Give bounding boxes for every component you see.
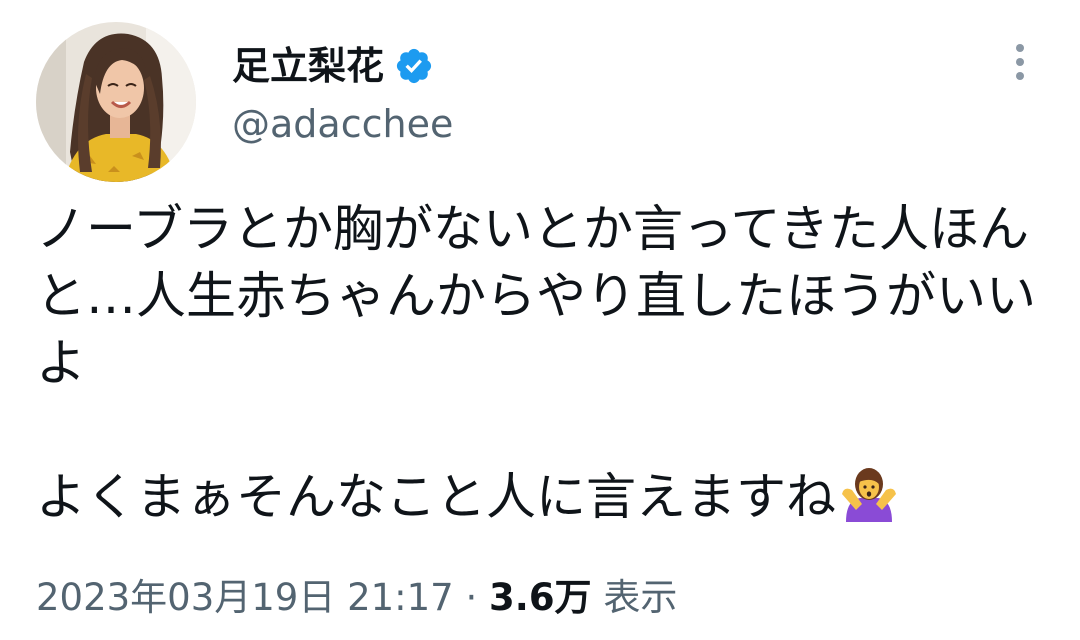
avatar[interactable]: [36, 22, 196, 182]
meta-separator: ·: [453, 576, 490, 619]
tweet-timestamp[interactable]: 2023年03月19日 21:17: [36, 576, 454, 619]
author-name-row: 足立梨花: [232, 40, 434, 92]
view-count: 3.6万: [489, 576, 592, 619]
tweet-card: 足立梨花 @adacchee ノーブラとか胸がないとか言ってきた人ほんと…人生赤…: [0, 0, 1080, 640]
tweet-text-paragraph-2: よくまぁそんなこと人に言えますね: [36, 468, 836, 526]
author-handle[interactable]: @adacchee: [232, 98, 453, 150]
tweet-text: ノーブラとか胸がないとか言ってきた人ほんと…人生赤ちゃんからやり直したほうがいい…: [36, 196, 1046, 531]
display-name[interactable]: 足立梨花: [232, 40, 384, 92]
verified-badge-icon[interactable]: [394, 46, 434, 86]
more-vertical-icon[interactable]: [1002, 40, 1038, 92]
tweet-meta: 2023年03月19日 21:17 · 3.6万 表示: [36, 572, 677, 624]
tweet-text-paragraph-1: ノーブラとか胸がないとか言ってきた人ほんと…人生赤ちゃんからやり直したほうがいい…: [36, 200, 1036, 392]
views-label: 表示: [591, 576, 678, 619]
woman-shrugging-emoji: [840, 464, 898, 522]
profile-photo: [36, 22, 196, 182]
